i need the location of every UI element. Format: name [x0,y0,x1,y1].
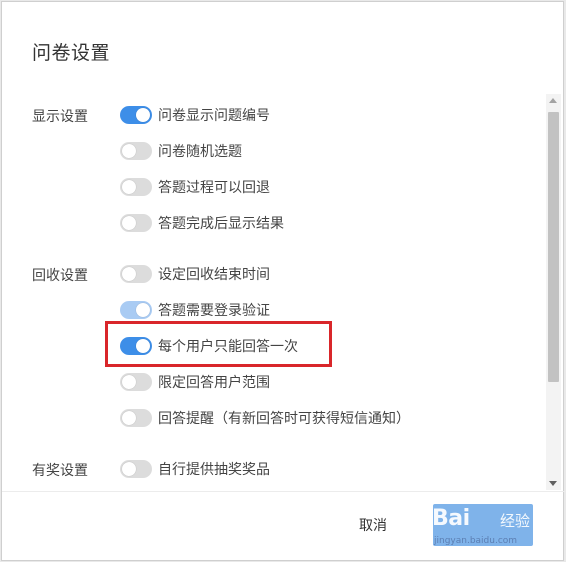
setting-row[interactable]: 答题过程可以回退 [120,177,270,197]
setting-label: 答题过程可以回退 [158,180,270,196]
toggle-switch[interactable] [120,373,152,391]
toggle-switch[interactable] [120,214,152,232]
toggle-knob [122,216,136,230]
toggle-knob [136,108,150,122]
setting-label: 自行提供抽奖奖品 [158,462,270,478]
toggle-switch[interactable] [120,301,152,319]
scroll-thumb[interactable] [548,112,559,382]
toggle-knob [122,267,136,281]
toggle-knob [122,375,136,389]
setting-label: 问卷显示问题编号 [158,108,270,124]
confirm-button[interactable] [433,504,533,546]
setting-row[interactable]: 问卷随机选题 [120,141,242,161]
toggle-switch[interactable] [120,460,152,478]
setting-label: 答题需要登录验证 [158,303,270,319]
toggle-knob [136,303,150,317]
group-label: 回收设置 [32,268,88,284]
footer-divider [2,491,565,492]
settings-content: 显示设置 问卷显示问题编号 问卷随机选题 答题过程可以回退 答题完成后显示结果 … [2,94,544,490]
settings-dialog: 问卷设置 显示设置 问卷显示问题编号 问卷随机选题 答题过程可以回退 答题完成后… [1,1,565,561]
dialog-title: 问卷设置 [32,42,111,64]
toggle-switch[interactable] [120,106,152,124]
scroll-down-icon[interactable] [549,481,557,486]
toggle-switch[interactable] [120,142,152,160]
vertical-scrollbar[interactable] [546,94,561,490]
setting-row[interactable]: 回答提醒（有新回答时可获得短信通知） [120,408,410,428]
toggle-switch[interactable] [120,409,152,427]
setting-row[interactable]: 设定回收结束时间 [120,264,270,284]
setting-row[interactable]: 答题完成后显示结果 [120,213,284,233]
toggle-switch[interactable] [120,265,152,283]
toggle-knob [122,144,136,158]
highlight-box [105,321,332,367]
setting-row[interactable]: 答题需要登录验证 [120,300,270,320]
setting-row[interactable]: 自行提供抽奖奖品 [120,459,270,479]
setting-label: 答题完成后显示结果 [158,216,284,232]
setting-label: 限定回答用户范围 [158,375,270,391]
scroll-up-icon[interactable] [549,98,557,103]
setting-label: 设定回收结束时间 [158,267,270,283]
toggle-knob [122,180,136,194]
toggle-switch[interactable] [120,178,152,196]
setting-label: 回答提醒（有新回答时可获得短信通知） [158,411,410,427]
toggle-knob [122,411,136,425]
setting-row[interactable]: 限定回答用户范围 [120,372,270,392]
group-label: 显示设置 [32,109,88,125]
cancel-button[interactable]: 取消 [338,506,408,544]
setting-row[interactable]: 问卷显示问题编号 [120,105,270,125]
toggle-knob [122,462,136,476]
setting-label: 问卷随机选题 [158,144,242,160]
group-label: 有奖设置 [32,463,88,479]
